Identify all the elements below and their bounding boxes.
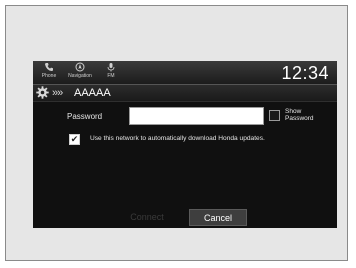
navigation-label: Navigation: [68, 73, 92, 79]
phone-icon: [45, 63, 53, 71]
figure-frame: Phone Navigation FM 12:34 »» AAAAA Passw…: [5, 5, 348, 261]
password-label: Password: [67, 112, 103, 121]
connect-button[interactable]: Connect: [118, 209, 176, 226]
auto-download-label: Use this network to automatically downlo…: [90, 135, 265, 142]
top-status-bar: Phone Navigation FM 12:34: [33, 61, 337, 85]
cancel-button[interactable]: Cancel: [189, 209, 247, 226]
checkmark-icon: ✔: [70, 134, 79, 144]
auto-download-checkbox[interactable]: ✔: [69, 134, 80, 145]
show-password-label-line2: Password: [285, 115, 314, 122]
fm-shortcut[interactable]: FM: [103, 62, 119, 79]
phone-label: Phone: [41, 73, 57, 79]
clock: 12:34: [281, 63, 329, 83]
navigation-shortcut[interactable]: Navigation: [66, 62, 94, 79]
fm-radio-icon: [107, 63, 115, 72]
network-header: »» AAAAA: [33, 85, 337, 102]
infotainment-screen: Phone Navigation FM 12:34 »» AAAAA Passw…: [33, 61, 337, 228]
phone-shortcut[interactable]: Phone: [39, 62, 59, 79]
show-password-checkbox[interactable]: [269, 110, 280, 121]
show-password-label: Show Password: [285, 108, 314, 122]
gear-icon[interactable]: [36, 86, 49, 99]
fm-label: FM: [107, 73, 115, 79]
password-input[interactable]: [129, 107, 264, 125]
network-ssid: AAAAA: [74, 87, 111, 99]
double-chevron-icon: »»: [52, 87, 63, 99]
show-password-label-line1: Show: [285, 108, 302, 115]
navigation-icon: [75, 62, 85, 72]
